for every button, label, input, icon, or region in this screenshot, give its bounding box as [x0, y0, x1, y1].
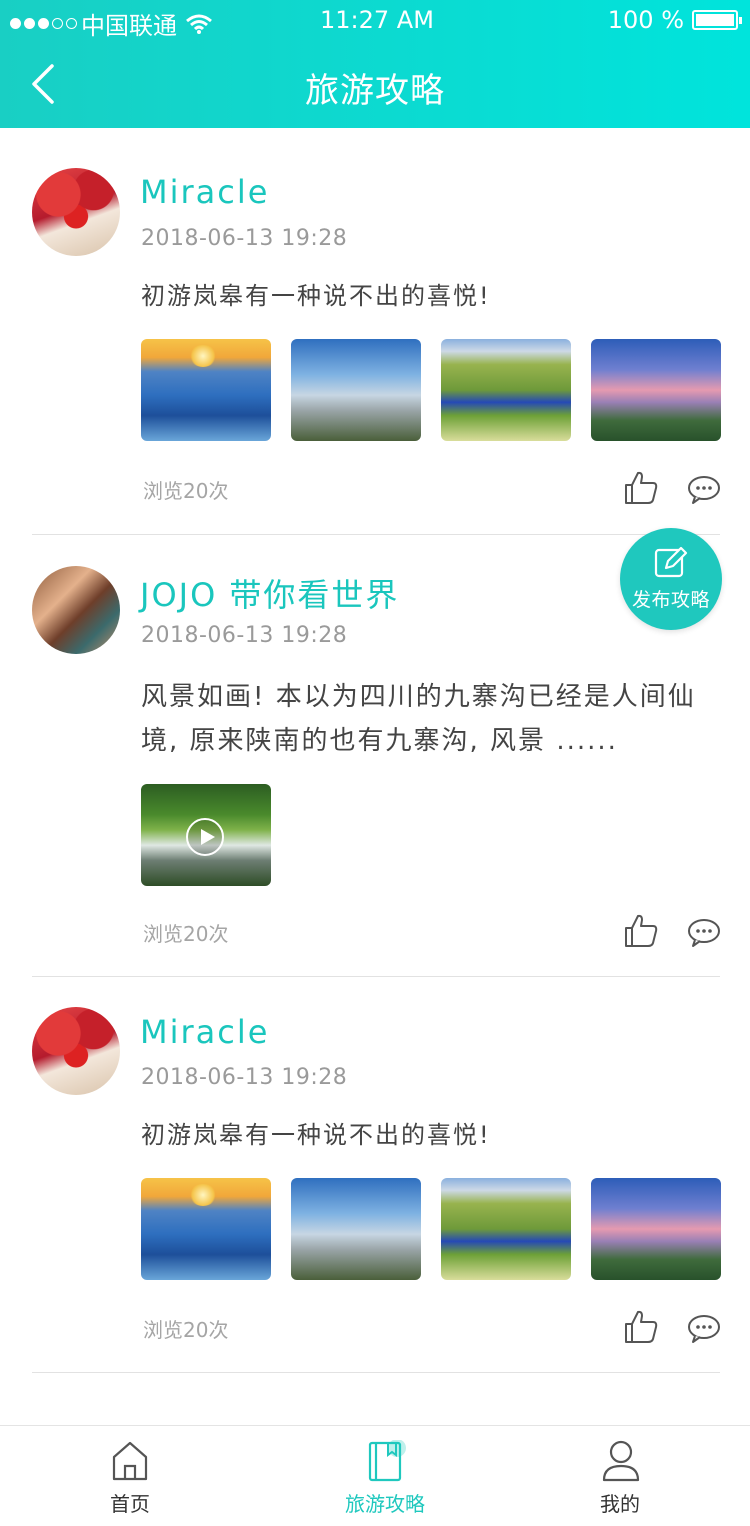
post-username[interactable]: Miracle [140, 1013, 269, 1051]
post-date: 2018-06-13 19:28 [141, 1065, 348, 1090]
post-image[interactable] [141, 1178, 271, 1280]
play-icon[interactable] [186, 818, 224, 856]
video-thumbnail[interactable] [141, 784, 271, 886]
carrier-name: 中国联通 [81, 12, 177, 40]
thumbs-up-icon[interactable] [623, 1309, 659, 1345]
post-image[interactable] [591, 1178, 721, 1280]
tab-label: 首页 [110, 1492, 150, 1516]
post-images [141, 339, 721, 441]
tab-travel-guide[interactable]: 旅游攻略 [325, 1426, 445, 1526]
tab-home[interactable]: 首页 [70, 1426, 190, 1526]
avatar[interactable] [32, 168, 120, 256]
avatar[interactable] [32, 1007, 120, 1095]
view-count: 浏览20次 [143, 1318, 229, 1342]
post-image[interactable] [441, 1178, 571, 1280]
post-images [141, 1178, 721, 1280]
thumbs-up-icon[interactable] [623, 470, 659, 506]
battery-icon [692, 10, 742, 30]
post-card[interactable]: Miracle 2018-06-13 19:28 初游岚皋有一种说不出的喜悦! … [0, 977, 750, 1372]
battery-info: 100 % [607, 6, 742, 34]
post-username[interactable]: Miracle [140, 173, 269, 211]
view-count: 浏览20次 [143, 479, 229, 503]
tab-me[interactable]: 我的 [560, 1426, 680, 1526]
thumbs-up-icon[interactable] [623, 913, 659, 949]
guide-book-icon [368, 1440, 406, 1482]
post-images [141, 784, 271, 886]
post-card[interactable]: Miracle 2018-06-13 19:28 初游岚皋有一种说不出的喜悦! … [0, 128, 750, 535]
post-image[interactable] [591, 339, 721, 441]
tab-label: 旅游攻略 [345, 1492, 425, 1516]
comment-icon[interactable] [687, 918, 721, 948]
battery-percent: 100 % [607, 6, 684, 34]
post-text: 初游岚皋有一种说不出的喜悦! [141, 1121, 491, 1149]
post-image[interactable] [291, 339, 421, 441]
edit-icon [654, 546, 688, 578]
comment-icon[interactable] [687, 1314, 721, 1344]
status-time: 11:27 AM [320, 6, 434, 34]
post-image[interactable] [441, 339, 571, 441]
user-icon [602, 1440, 640, 1482]
status-bar: 中国联通 11:27 AM 100 % [0, 0, 750, 40]
divider [32, 1372, 720, 1373]
tab-label: 我的 [600, 1492, 640, 1516]
publish-guide-label: 发布攻略 [631, 589, 710, 611]
post-date: 2018-06-13 19:28 [141, 226, 348, 251]
post-text: 风景如画! 本以为四川的九寨沟已经是人间仙境, 原来陕南的也有九寨沟, 风景 .… [141, 682, 696, 756]
post-image[interactable] [291, 1178, 421, 1280]
comment-icon[interactable] [687, 475, 721, 505]
home-icon [112, 1441, 148, 1481]
page-title: 旅游攻略 [305, 71, 445, 111]
post-text: 初游岚皋有一种说不出的喜悦! [141, 282, 491, 310]
wifi-icon [186, 14, 212, 34]
app-header: 中国联通 11:27 AM 100 % 旅游攻略 [0, 0, 750, 128]
post-date: 2018-06-13 19:28 [141, 623, 348, 648]
avatar[interactable] [32, 566, 120, 654]
view-count: 浏览20次 [143, 922, 229, 946]
post-username[interactable]: JOJO 带你看世界 [140, 570, 399, 616]
publish-guide-button[interactable]: 发布攻略 [620, 528, 722, 630]
signal-icon [10, 18, 77, 29]
post-image[interactable] [141, 339, 271, 441]
bottom-tab-bar: 首页 旅游攻略 我的 [0, 1425, 750, 1526]
carrier-info: 中国联通 [10, 6, 213, 41]
